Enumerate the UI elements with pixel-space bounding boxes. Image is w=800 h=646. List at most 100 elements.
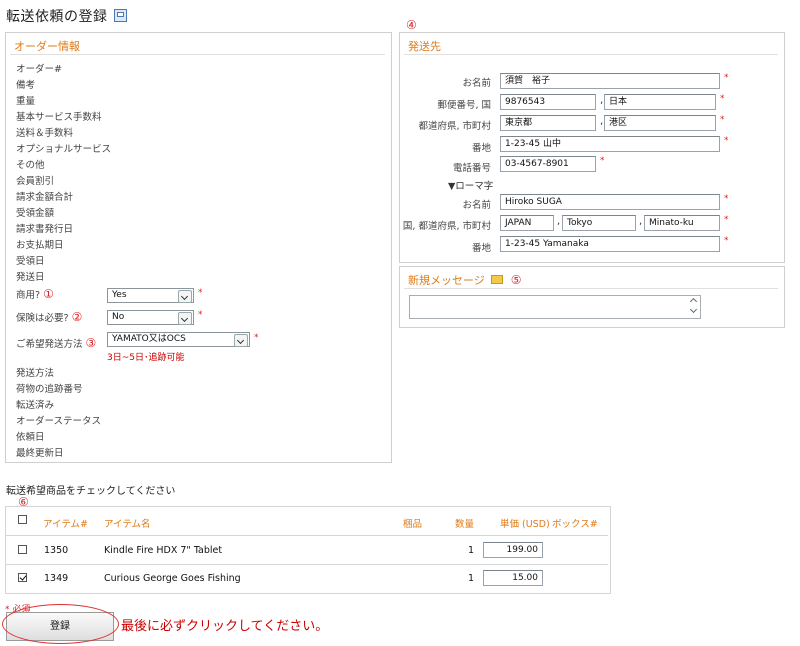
required-mark: * — [720, 94, 725, 104]
payment-due-label: お支払期日 — [16, 240, 64, 251]
row-checkbox[interactable] — [18, 545, 27, 554]
romaji-country-label: 国, 都道府県, 市町村 — [402, 221, 491, 232]
phone-input[interactable]: 03-4567-8901 — [500, 156, 596, 172]
row-unit-price-input[interactable]: 199.00 — [483, 542, 543, 558]
required-mark: * — [600, 156, 605, 166]
order-status-label: オーダーステータス — [16, 416, 102, 427]
comma-separator: , — [639, 216, 643, 227]
shipping-fee-label: 送料＆手数料 — [16, 128, 74, 139]
ship-date-label: 発送日 — [16, 272, 45, 283]
col-box-number: ボックス# — [552, 519, 598, 530]
marker-4: ④ — [406, 18, 417, 32]
required-mark: * — [724, 215, 729, 225]
romaji-country-input[interactable]: JAPAN — [500, 215, 554, 231]
required-mark: * — [724, 194, 729, 204]
commercial-select[interactable]: Yes — [107, 288, 194, 303]
select-all-checkbox[interactable] — [18, 515, 27, 524]
romaji-city-input[interactable]: Minato-ku — [644, 215, 720, 231]
message-textarea[interactable] — [409, 295, 701, 319]
shipping-carrier-label: 発送方法 — [16, 368, 55, 379]
required-mark: * — [198, 310, 203, 320]
romaji-name-label: お名前 — [462, 200, 491, 211]
row-unit-price-input[interactable]: 15.00 — [483, 570, 543, 586]
chevron-down-icon — [234, 334, 248, 347]
romaji-prefecture-input[interactable]: Tokyo — [562, 215, 636, 231]
forwarded-label: 転送済み — [16, 400, 55, 411]
message-legend: 新規メッセージ ⑤ — [408, 272, 522, 288]
tracking-number-label: 荷物の追跡番号 — [16, 384, 83, 395]
romaji-address-label: 番地 — [471, 243, 491, 254]
romaji-name-input[interactable]: Hiroko SUGA — [500, 194, 720, 210]
prefecture-input[interactable]: 東京都 — [500, 115, 596, 131]
postal-country-label: 郵便番号, 国 — [437, 100, 491, 111]
comma-separator: , — [600, 116, 604, 127]
shipping-method-select[interactable]: YAMATO又はOCS — [107, 332, 250, 347]
member-discount-label: 会員割引 — [16, 176, 55, 187]
row-item-name: Kindle Fire HDX 7" Tablet — [104, 545, 223, 556]
row-item-name: Curious George Goes Fishing — [104, 573, 241, 584]
shipping-method-note: 3日~5日･追跡可能 — [107, 353, 185, 363]
name-input[interactable]: 須賀 裕子 — [500, 73, 720, 89]
invoice-date-label: 請求書発行日 — [16, 224, 74, 235]
save-icon[interactable] — [113, 9, 127, 22]
chevron-down-icon — [178, 290, 192, 303]
row-item-number: 1350 — [44, 545, 69, 556]
insurance-label-text: 保険は必要? — [16, 313, 69, 324]
address-input[interactable]: 1-23-45 山中 — [500, 136, 720, 152]
weight-label: 重量 — [16, 96, 36, 107]
submit-instruction: 最後に必ずクリックしてください。 — [121, 619, 329, 634]
request-date-label: 依頼日 — [16, 432, 45, 443]
order-info-legend: オーダー情報 — [14, 40, 80, 53]
required-mark: * — [254, 333, 259, 343]
marker-3: ③ — [85, 336, 97, 350]
insurance-label: 保険は必要? ② — [16, 310, 82, 324]
products-heading: 転送希望商品をチェックしてください — [6, 486, 176, 497]
billing-total-label: 請求金額合計 — [16, 192, 74, 203]
commercial-label-text: 商用? — [16, 290, 41, 301]
highlight-ellipse — [2, 604, 119, 644]
page-title-text: 転送依頼の登録 — [6, 9, 108, 25]
prefecture-city-label: 都道府県, 市町村 — [418, 121, 491, 132]
city-input[interactable]: 港区 — [604, 115, 716, 131]
other-label: その他 — [16, 160, 45, 171]
required-mark: * — [724, 236, 729, 246]
comma-separator: , — [557, 216, 561, 227]
page-title: 転送依頼の登録 — [6, 6, 127, 26]
country-input[interactable]: 日本 — [604, 94, 716, 110]
message-legend-text: 新規メッセージ — [408, 274, 485, 287]
row-checkbox-checked[interactable] — [18, 573, 27, 582]
envelope-icon — [491, 275, 504, 284]
remarks-label: 備考 — [16, 80, 36, 91]
textarea-scroll-icon[interactable] — [689, 297, 698, 314]
address-label: 番地 — [471, 143, 491, 154]
romaji-address-input[interactable]: 1-23-45 Yamanaka — [500, 236, 720, 252]
row-quantity: 1 — [468, 545, 475, 556]
col-quantity: 数量 — [455, 519, 475, 530]
col-item-number: アイテム# — [43, 519, 89, 530]
order-info-divider — [10, 54, 385, 55]
phone-label: 電話番号 — [452, 163, 491, 174]
amount-received-label: 受領金額 — [16, 208, 55, 219]
commercial-select-value: Yes — [112, 290, 127, 300]
last-updated-label: 最終更新日 — [16, 448, 64, 459]
marker-5: ⑤ — [510, 273, 522, 287]
required-mark: * — [724, 136, 729, 146]
postal-code-input[interactable]: 9876543 — [500, 94, 596, 110]
insurance-select[interactable]: No — [107, 310, 194, 325]
required-mark: * — [198, 288, 203, 298]
order-number-label: オーダー# — [16, 64, 62, 75]
required-mark: * — [724, 73, 729, 83]
romaji-toggle[interactable]: ▼ローマ字 — [448, 178, 493, 192]
received-date-label: 受領日 — [16, 256, 45, 267]
shipping-method-label-text: ご希望発送方法 — [16, 339, 83, 350]
marker-2: ② — [71, 310, 83, 324]
shipping-method-select-value: YAMATO又はOCS — [112, 334, 186, 344]
shipping-method-label: ご希望発送方法 ③ — [16, 336, 96, 350]
table-divider — [6, 535, 608, 536]
comma-separator: , — [600, 95, 604, 106]
basic-service-fee-label: 基本サービス手数料 — [16, 112, 102, 123]
marker-1: ① — [43, 287, 54, 301]
message-divider — [404, 288, 778, 289]
row-item-number: 1349 — [44, 573, 69, 584]
col-packing: 梱品 — [403, 519, 423, 530]
